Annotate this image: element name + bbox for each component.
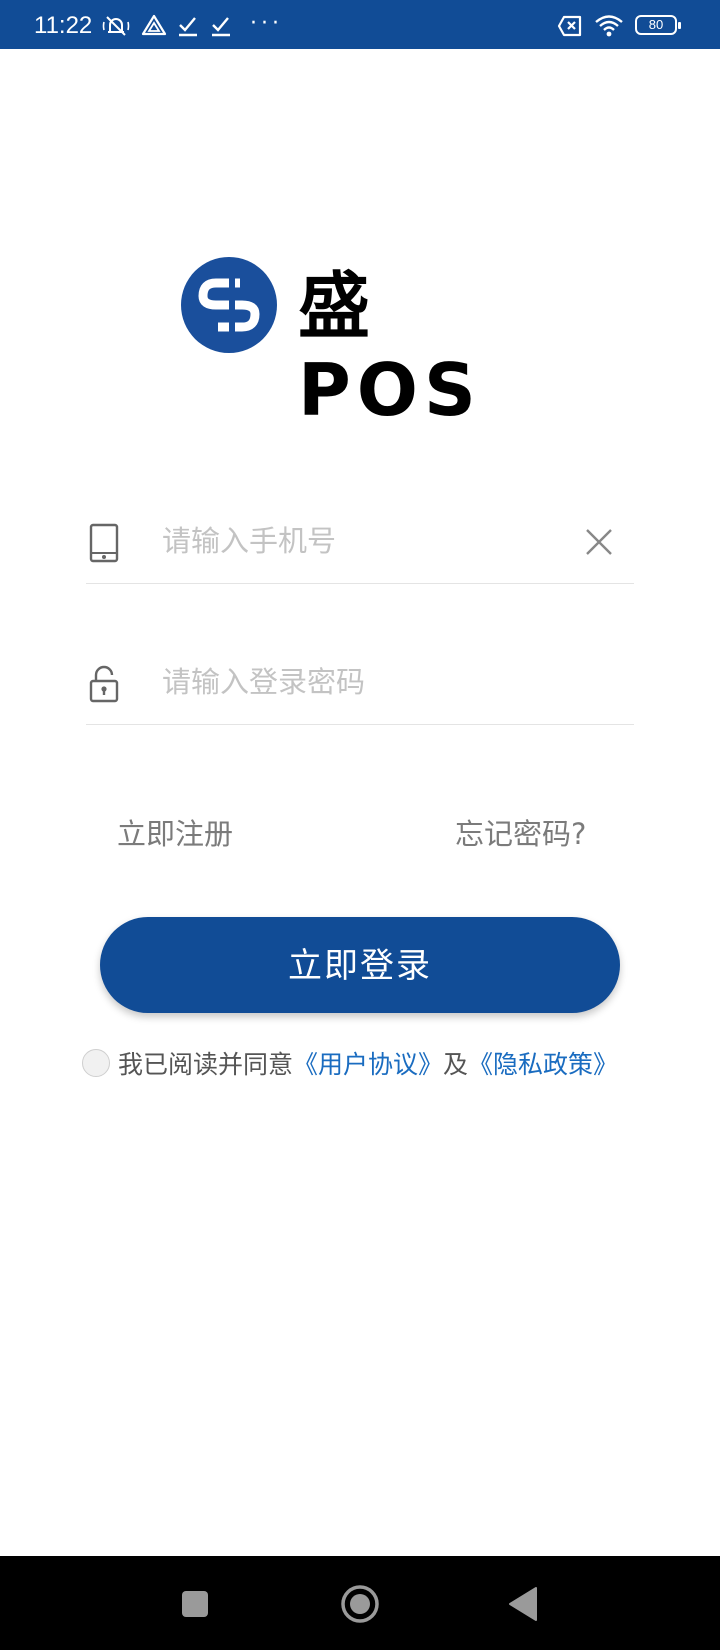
check-icon — [212, 17, 230, 37]
muted-bell-icon — [102, 16, 130, 36]
privacy-policy-link[interactable]: 《隐私政策》 — [468, 1050, 618, 1079]
battery-icon: 80 — [635, 15, 681, 35]
back-triangle-icon[interactable] — [502, 1582, 546, 1626]
password-input[interactable] — [162, 660, 552, 704]
sim-off-icon — [557, 15, 582, 37]
wifi-icon — [595, 15, 623, 37]
agreement-text: 我已阅读并同意《用户协议》及《隐私政策》 — [118, 1045, 618, 1085]
battery-level: 80 — [648, 17, 664, 32]
user-agreement-link[interactable]: 《用户协议》 — [293, 1050, 443, 1079]
agreement-row: 我已阅读并同意《用户协议》及《隐私政策》 — [82, 1045, 642, 1085]
status-bar: 11:22 ··· 80 — [0, 0, 720, 49]
phone-icon — [89, 523, 119, 563]
agreement-checkbox[interactable] — [82, 1049, 110, 1077]
register-link[interactable]: 立即注册 — [117, 812, 233, 856]
phone-input[interactable] — [162, 519, 552, 563]
unlock-icon — [89, 665, 119, 703]
more-dots-icon: ··· — [250, 11, 283, 36]
phone-field — [86, 497, 634, 584]
recents-square-icon[interactable] — [173, 1582, 217, 1626]
home-circle-icon[interactable] — [338, 1582, 382, 1626]
forgot-password-link[interactable]: 忘记密码? — [455, 812, 586, 856]
agreement-prefix: 我已阅读并同意 — [118, 1050, 294, 1079]
navigation-bar — [0, 1556, 720, 1650]
drive-icon — [141, 14, 167, 36]
app-logo: 盛POS — [180, 256, 540, 432]
check-icon — [179, 17, 197, 37]
status-time: 11:22 — [34, 12, 93, 39]
logo-text: 盛POS — [298, 264, 482, 432]
agreement-and: 及 — [443, 1050, 469, 1079]
password-field — [86, 638, 634, 725]
logo-mark-icon — [181, 257, 277, 353]
login-button[interactable]: 立即登录 — [100, 917, 620, 1013]
close-icon[interactable] — [584, 527, 614, 557]
